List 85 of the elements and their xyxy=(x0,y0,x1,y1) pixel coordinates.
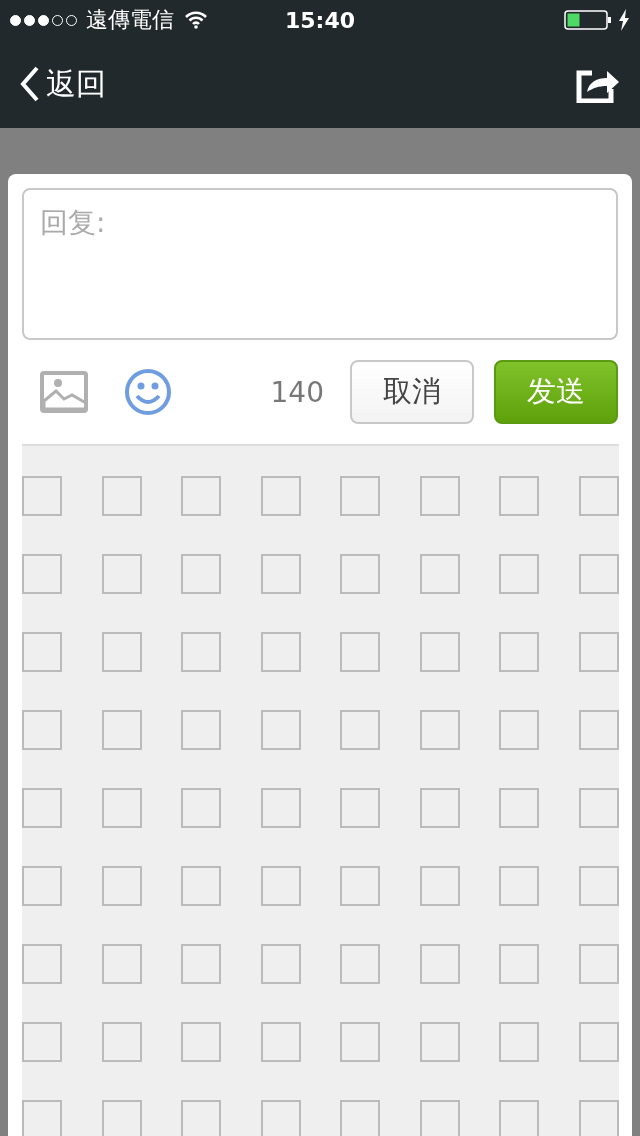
missing-emoji-icon[interactable] xyxy=(181,476,222,516)
missing-emoji-icon[interactable] xyxy=(578,1100,619,1136)
missing-emoji-icon[interactable] xyxy=(260,1022,301,1062)
missing-emoji-icon[interactable] xyxy=(260,554,301,594)
missing-emoji-icon[interactable] xyxy=(578,632,619,672)
missing-emoji-icon[interactable] xyxy=(101,632,142,672)
missing-emoji-icon[interactable] xyxy=(340,788,381,828)
missing-emoji-icon[interactable] xyxy=(22,710,62,750)
missing-emoji-icon[interactable] xyxy=(181,710,222,750)
missing-emoji-icon[interactable] xyxy=(419,476,460,516)
missing-emoji-icon[interactable] xyxy=(419,632,460,672)
missing-emoji-icon[interactable] xyxy=(499,476,540,516)
missing-emoji-icon[interactable] xyxy=(499,554,540,594)
missing-emoji-icon[interactable] xyxy=(419,1100,460,1136)
missing-emoji-icon[interactable] xyxy=(101,476,142,516)
missing-emoji-icon[interactable] xyxy=(181,866,222,906)
missing-emoji-icon[interactable] xyxy=(181,944,222,984)
missing-emoji-icon[interactable] xyxy=(101,710,142,750)
reply-field[interactable]: 回复: xyxy=(22,188,618,340)
missing-emoji-icon[interactable] xyxy=(578,476,619,516)
missing-emoji-icon[interactable] xyxy=(101,866,142,906)
image-button[interactable] xyxy=(40,371,88,413)
missing-emoji-icon[interactable] xyxy=(101,944,142,984)
missing-emoji-icon[interactable] xyxy=(578,866,619,906)
missing-emoji-icon[interactable] xyxy=(22,866,62,906)
missing-emoji-icon[interactable] xyxy=(22,554,62,594)
missing-emoji-icon[interactable] xyxy=(340,710,381,750)
missing-emoji-icon[interactable] xyxy=(181,554,222,594)
missing-emoji-icon[interactable] xyxy=(499,788,540,828)
battery-icon xyxy=(564,9,612,31)
missing-emoji-icon[interactable] xyxy=(578,788,619,828)
missing-emoji-icon[interactable] xyxy=(181,632,222,672)
missing-emoji-icon[interactable] xyxy=(419,944,460,984)
missing-emoji-icon[interactable] xyxy=(340,632,381,672)
missing-emoji-icon[interactable] xyxy=(499,632,540,672)
missing-emoji-icon[interactable] xyxy=(578,1022,619,1062)
cancel-button[interactable]: 取消 xyxy=(350,360,474,424)
missing-emoji-icon[interactable] xyxy=(499,710,540,750)
missing-emoji-icon[interactable] xyxy=(499,1100,540,1136)
missing-emoji-icon[interactable] xyxy=(340,1100,381,1136)
clock: 15:40 xyxy=(285,7,355,33)
missing-emoji-icon[interactable] xyxy=(22,476,62,516)
smiley-icon xyxy=(124,368,172,416)
missing-emoji-icon[interactable] xyxy=(578,710,619,750)
missing-emoji-icon[interactable] xyxy=(260,476,301,516)
missing-emoji-icon[interactable] xyxy=(499,944,540,984)
missing-emoji-icon[interactable] xyxy=(578,554,619,594)
missing-emoji-icon[interactable] xyxy=(22,788,62,828)
missing-emoji-icon[interactable] xyxy=(260,866,301,906)
missing-emoji-icon[interactable] xyxy=(22,944,62,984)
missing-emoji-icon[interactable] xyxy=(499,1022,540,1062)
missing-emoji-icon[interactable] xyxy=(22,1100,62,1136)
missing-emoji-icon[interactable] xyxy=(22,1022,62,1062)
missing-emoji-icon[interactable] xyxy=(181,1100,222,1136)
missing-emoji-icon[interactable] xyxy=(419,788,460,828)
carrier-name: 遠傳電信 xyxy=(86,6,174,34)
missing-emoji-icon[interactable] xyxy=(419,710,460,750)
missing-emoji-icon[interactable] xyxy=(419,866,460,906)
missing-emoji-icon[interactable] xyxy=(101,1022,142,1062)
missing-emoji-icon[interactable] xyxy=(260,632,301,672)
missing-emoji-icon[interactable] xyxy=(419,554,460,594)
emoji-button[interactable] xyxy=(124,368,172,416)
missing-emoji-icon[interactable] xyxy=(340,944,381,984)
missing-emoji-icon[interactable] xyxy=(340,476,381,516)
missing-emoji-icon[interactable] xyxy=(260,944,301,984)
chevron-left-icon xyxy=(20,66,40,102)
missing-emoji-icon[interactable] xyxy=(22,632,62,672)
image-icon xyxy=(40,371,88,413)
missing-emoji-icon[interactable] xyxy=(260,1100,301,1136)
missing-emoji-icon[interactable] xyxy=(260,788,301,828)
missing-emoji-icon[interactable] xyxy=(101,554,142,594)
missing-emoji-icon[interactable] xyxy=(499,866,540,906)
missing-emoji-icon[interactable] xyxy=(340,554,381,594)
missing-emoji-icon[interactable] xyxy=(181,788,222,828)
wifi-icon xyxy=(184,11,208,29)
character-counter: 140 xyxy=(270,375,324,409)
missing-emoji-icon[interactable] xyxy=(181,1022,222,1062)
missing-emoji-icon[interactable] xyxy=(260,710,301,750)
missing-emoji-icon[interactable] xyxy=(101,788,142,828)
back-button[interactable]: 返回 xyxy=(20,63,106,105)
missing-emoji-icon[interactable] xyxy=(340,866,381,906)
missing-emoji-icon[interactable] xyxy=(101,1100,142,1136)
missing-emoji-icon[interactable] xyxy=(419,1022,460,1062)
missing-emoji-icon[interactable] xyxy=(578,944,619,984)
missing-emoji-icon[interactable] xyxy=(340,1022,381,1062)
